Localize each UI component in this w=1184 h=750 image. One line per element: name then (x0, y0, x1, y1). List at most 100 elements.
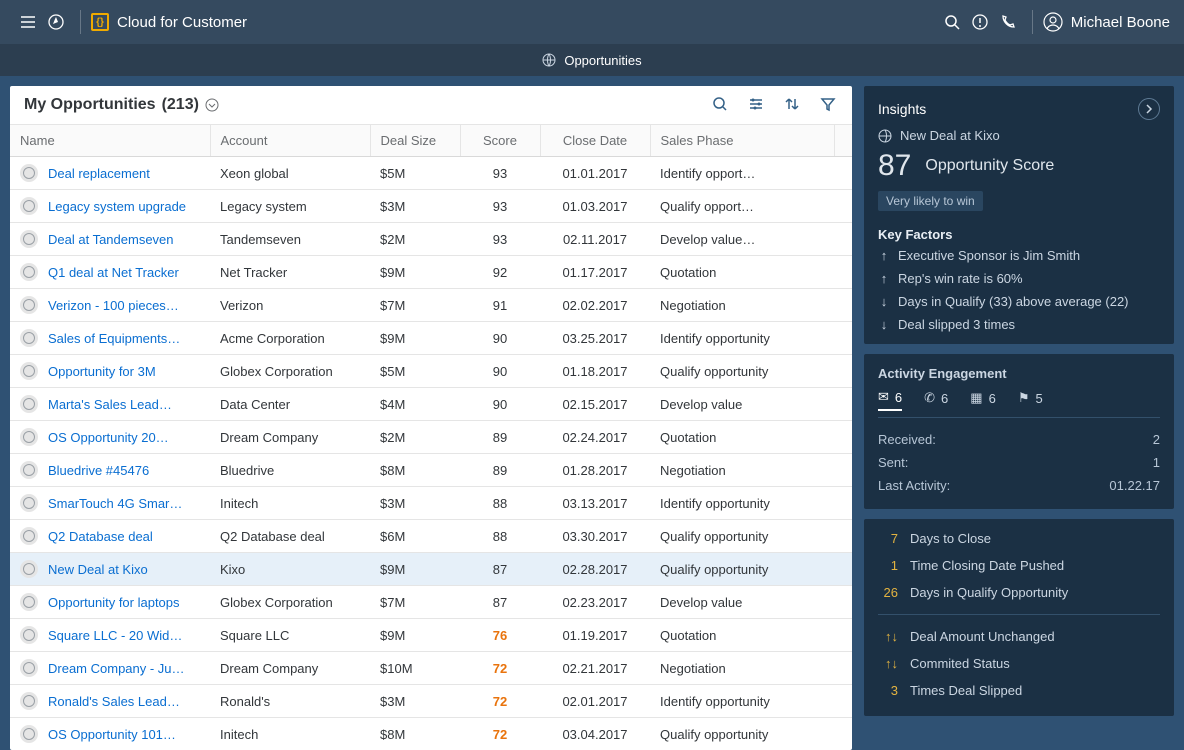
search-icon[interactable] (938, 8, 966, 36)
table-row[interactable]: Q1 deal at Net TrackerNet Tracker$9M9201… (10, 256, 852, 289)
insight-opp-name: New Deal at Kixo (900, 128, 1000, 143)
activity-tab-phone[interactable]: ✆6 (924, 389, 948, 411)
brand: {} Cloud for Customer (91, 13, 247, 31)
col-close[interactable]: Close Date (540, 125, 650, 157)
tab-count: 6 (989, 391, 996, 406)
table-row[interactable]: Marta's Sales Lead…Data Center$4M9002.15… (10, 388, 852, 421)
opportunity-icon (20, 230, 38, 248)
settings-icon[interactable] (748, 96, 766, 114)
cell-deal: $5M (370, 355, 460, 388)
cell-deal: $4M (370, 388, 460, 421)
opportunity-link[interactable]: Ronald's Sales Lead… (48, 694, 180, 709)
table-row[interactable]: Ronald's Sales Lead…Ronald's$3M7202.01.2… (10, 685, 852, 718)
opportunity-link[interactable]: Opportunity for laptops (48, 595, 180, 610)
cell-account: Kixo (210, 553, 370, 586)
cell-account: Tandemseven (210, 223, 370, 256)
activity-tab-calendar[interactable]: ▦6 (970, 389, 996, 411)
opportunity-link[interactable]: Verizon - 100 pieces… (48, 298, 179, 313)
opportunity-link[interactable]: Sales of Equipments… (48, 331, 180, 346)
search-table-icon[interactable] (712, 96, 730, 114)
cell-score: 76 (460, 619, 540, 652)
opportunity-link[interactable]: Opportunity for 3M (48, 364, 156, 379)
opportunity-link[interactable]: New Deal at Kixo (48, 562, 148, 577)
cell-account: Verizon (210, 289, 370, 322)
cell-deal: $9M (370, 322, 460, 355)
menu-icon[interactable] (14, 8, 42, 36)
chevron-down-icon[interactable] (205, 98, 219, 112)
expand-icon[interactable] (1138, 98, 1160, 120)
opportunity-link[interactable]: Q2 Database deal (48, 529, 153, 544)
activity-card: Activity Engagement ✉6✆6▦6⚑5 Received:2S… (864, 354, 1174, 509)
table-row[interactable]: Verizon - 100 pieces…Verizon$7M9102.02.2… (10, 289, 852, 322)
opportunity-link[interactable]: Bluedrive #45476 (48, 463, 149, 478)
opportunity-link[interactable]: Marta's Sales Lead… (48, 397, 172, 412)
stats-card: 7Days to Close1Time Closing Date Pushed2… (864, 519, 1174, 716)
cell-close: 01.17.2017 (540, 256, 650, 289)
cell-close: 03.13.2017 (540, 487, 650, 520)
col-score[interactable]: Score (460, 125, 540, 157)
user-menu[interactable]: Michael Boone (1043, 12, 1170, 32)
cell-deal: $10M (370, 652, 460, 685)
table-row[interactable]: SmarTouch 4G Smar…Initech$3M8803.13.2017… (10, 487, 852, 520)
sort-icon[interactable] (784, 96, 802, 114)
cell-close: 02.28.2017 (540, 553, 650, 586)
key-factors-list: ↑Executive Sponsor is Jim Smith↑Rep's wi… (878, 248, 1160, 332)
cell-phase: Quotation (650, 421, 834, 454)
cell-phase: Qualify opportunity (650, 553, 834, 586)
top-bar: {} Cloud for Customer Michael Boone (0, 0, 1184, 44)
opportunity-link[interactable]: OS Opportunity 20… (48, 430, 169, 445)
cell-score: 72 (460, 685, 540, 718)
opportunity-link[interactable]: Legacy system upgrade (48, 199, 186, 214)
activity-tabs: ✉6✆6▦6⚑5 (878, 389, 1160, 418)
opportunity-icon (20, 494, 38, 512)
cell-account: Initech (210, 487, 370, 520)
cell-phase: Qualify opportunity (650, 718, 834, 750)
opportunity-icon (20, 461, 38, 479)
table-row[interactable]: Square LLC - 20 Wid…Square LLC$9M7601.19… (10, 619, 852, 652)
opportunity-link[interactable]: SmarTouch 4G Smar… (48, 496, 182, 511)
opportunity-icon (20, 626, 38, 644)
opportunity-link[interactable]: Q1 deal at Net Tracker (48, 265, 179, 280)
flag-icon: ⚑ (1018, 390, 1030, 406)
activity-tab-mail[interactable]: ✉6 (878, 389, 902, 411)
col-phase[interactable]: Sales Phase (650, 125, 834, 157)
table-row[interactable]: Q2 Database dealQ2 Database deal$6M8803.… (10, 520, 852, 553)
col-deal[interactable]: Deal Size (370, 125, 460, 157)
table-row[interactable]: Opportunity for laptopsGlobex Corporatio… (10, 586, 852, 619)
table-row[interactable]: OS Opportunity 101…Initech$8M7203.04.201… (10, 718, 852, 750)
opportunity-link[interactable]: Deal replacement (48, 166, 150, 181)
compass-icon[interactable] (42, 8, 70, 36)
col-name[interactable]: Name (10, 125, 210, 157)
table-header-row: Name Account Deal Size Score Close Date … (10, 125, 852, 157)
cell-score: 90 (460, 322, 540, 355)
opportunity-link[interactable]: Square LLC - 20 Wid… (48, 628, 182, 643)
cell-score: 93 (460, 223, 540, 256)
filter-icon[interactable] (820, 96, 838, 114)
table-row[interactable]: Deal replacementXeon global$5M9301.01.20… (10, 157, 852, 190)
table-row[interactable]: OS Opportunity 20…Dream Company$2M8902.2… (10, 421, 852, 454)
table-row[interactable]: Sales of Equipments… Acme Corporation$9M9… (10, 322, 852, 355)
cell-account: Dream Company (210, 652, 370, 685)
table-row[interactable]: Legacy system upgradeLegacy system$3M930… (10, 190, 852, 223)
cell-phase: Negotiation (650, 652, 834, 685)
col-account[interactable]: Account (210, 125, 370, 157)
alert-icon[interactable] (966, 8, 994, 36)
table-row[interactable]: Deal at TandemsevenTandemseven$2M9302.11… (10, 223, 852, 256)
table-row[interactable]: Dream Company - Ju…Dream Company$10M7202… (10, 652, 852, 685)
table-row[interactable]: New Deal at KixoKixo$9M8702.28.2017Quali… (10, 553, 852, 586)
opportunity-link[interactable]: Dream Company - Ju… (48, 661, 185, 676)
trend-item: ↑↓Commited Status (878, 650, 1160, 677)
activity-stats: Received:2Sent:1Last Activity:01.22.17 (878, 428, 1160, 497)
phone-icon: ✆ (924, 390, 935, 406)
activity-tab-flag[interactable]: ⚑5 (1018, 389, 1043, 411)
breadcrumb-label[interactable]: Opportunities (564, 53, 641, 68)
cell-account: Acme Corporation (210, 322, 370, 355)
opportunity-link[interactable]: OS Opportunity 101… (48, 727, 176, 742)
opportunity-link[interactable]: Deal at Tandemseven (48, 232, 174, 247)
table-row[interactable]: Bluedrive #45476Bluedrive$8M8901.28.2017… (10, 454, 852, 487)
cell-close: 02.02.2017 (540, 289, 650, 322)
table-scroll[interactable]: Name Account Deal Size Score Close Date … (10, 125, 852, 750)
call-icon[interactable] (994, 8, 1022, 36)
table-row[interactable]: Opportunity for 3MGlobex Corporation$5M9… (10, 355, 852, 388)
cell-score: 93 (460, 157, 540, 190)
